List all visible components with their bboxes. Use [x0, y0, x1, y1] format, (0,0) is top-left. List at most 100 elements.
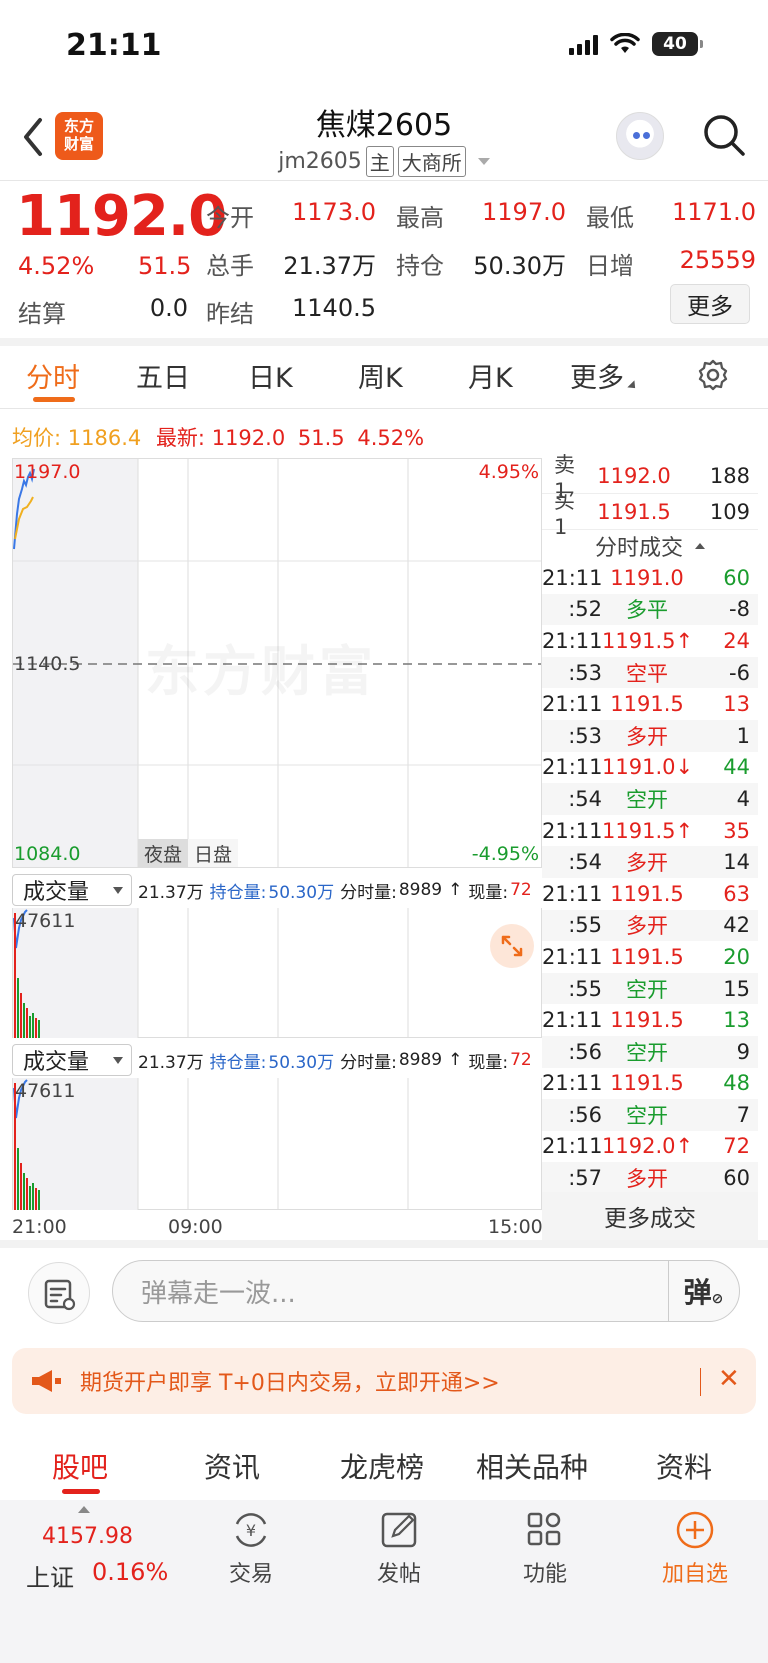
tab-five-day[interactable]: 五日	[136, 356, 190, 395]
tab-weekly-k[interactable]: 周K	[358, 356, 403, 395]
trade-row: 21:11 1191.5↑ 24	[542, 625, 758, 657]
vol-total: 21.37万	[138, 1052, 204, 1073]
trade-price: 1192.0↑	[602, 1134, 694, 1159]
tab-profile[interactable]: 资料	[656, 1446, 712, 1486]
contract-code: jm2605	[278, 149, 362, 174]
last-price: 1192.0	[16, 184, 227, 249]
trade-price: 1191.0↓	[602, 755, 694, 780]
trade-time: 21:11	[542, 692, 603, 717]
trade-price: 多开	[626, 851, 668, 876]
expand-icon[interactable]	[490, 924, 534, 968]
now-value: 72	[510, 1050, 532, 1070]
tab-news[interactable]: 资讯	[204, 1446, 260, 1486]
trade-time: 21:11	[542, 881, 603, 906]
trade-price: 多开	[626, 724, 668, 749]
trade-price: 空开	[626, 1040, 668, 1065]
megaphone-icon	[32, 1370, 61, 1392]
nav-add-watchlist[interactable]: 加自选	[640, 1510, 750, 1588]
nav-functions[interactable]: 功能	[490, 1510, 600, 1588]
trade-price: 多开	[626, 914, 668, 939]
high-value: 1197.0	[482, 198, 566, 226]
trade-row: 21:11 1191.5 48	[542, 1068, 758, 1100]
add-icon	[676, 1511, 714, 1549]
trade-row: 21:11 1191.5 13	[542, 1004, 758, 1036]
bottom-tab-indicator	[62, 1489, 100, 1494]
more-quote-button[interactable]: 更多	[670, 284, 750, 324]
exchange-tag: 大商所	[397, 146, 466, 177]
latest-change-pct: 4.52%	[357, 426, 425, 450]
tab-daily-k[interactable]: 日K	[248, 356, 293, 395]
banner-text: 期货开户即享 T+0日内交易，立即开通>>	[80, 1371, 500, 1396]
indicator-select[interactable]: 成交量	[12, 874, 132, 906]
oi-value: 50.30万	[473, 252, 566, 280]
trade-icon: ¥	[235, 1513, 267, 1547]
latest-value: 1192.0	[211, 426, 286, 450]
dropdown-arrow-icon	[113, 886, 123, 894]
trade-row: :56 空开 7	[542, 1099, 758, 1131]
nav-post[interactable]: 发帖	[344, 1510, 454, 1588]
avg-value: 1186.4	[67, 426, 142, 450]
settle-label: 结算	[18, 300, 66, 328]
ask-price: 1192.0	[597, 463, 671, 488]
trade-volume: 63	[723, 881, 750, 906]
trade-time: 21:11	[542, 1071, 603, 1096]
night-session-tag[interactable]: 夜盘	[138, 839, 188, 867]
trade-volume: -6	[729, 660, 750, 685]
tab-related[interactable]: 相关品种	[476, 1446, 588, 1486]
tab-intraday[interactable]: 分时	[26, 356, 80, 395]
tab-guba[interactable]: 股吧	[52, 1446, 108, 1486]
close-icon[interactable]: ✕	[718, 1364, 740, 1394]
trade-price: 空开	[626, 977, 668, 1002]
tick-label: 分时量:	[340, 1052, 397, 1073]
vol-max-label: 47611	[15, 910, 76, 932]
tab-monthly-k[interactable]: 月K	[468, 356, 513, 395]
tick-value: 8989	[398, 880, 443, 900]
trade-time: 21:11	[542, 755, 603, 780]
trade-volume: 13	[723, 692, 750, 717]
assistant-avatar-icon[interactable]	[616, 112, 664, 160]
trade-price: 多开	[626, 1167, 668, 1192]
trade-volume: 4	[736, 786, 750, 811]
chevron-down-icon[interactable]	[477, 158, 490, 165]
main-contract-tag: 主	[365, 146, 394, 177]
now-label: 现量:	[468, 882, 509, 903]
account-open-banner[interactable]: 期货开户即享 T+0日内交易，立即开通>> ✕	[12, 1348, 756, 1414]
up-arrow-icon: ↑	[448, 880, 463, 900]
indicator-select-2[interactable]: 成交量	[12, 1044, 132, 1076]
oi-label: 持仓量:	[209, 882, 267, 903]
trade-time: 21:11	[542, 1134, 603, 1159]
trade-volume: -8	[729, 597, 750, 622]
trade-volume: 14	[723, 850, 750, 875]
open-label: 今开	[206, 204, 254, 232]
up-arrow-icon: ↑	[448, 1050, 463, 1070]
nav-trade[interactable]: ¥ 交易	[196, 1510, 306, 1588]
now-label: 现量:	[468, 1052, 509, 1073]
danmu-settings-icon[interactable]	[28, 1262, 90, 1324]
index-value[interactable]: 4157.98	[42, 1524, 133, 1549]
vol-max-label-2: 47611	[15, 1080, 76, 1102]
trade-price: 空开	[626, 1103, 668, 1128]
volume-indicator-bar-2: 成交量 21.37万 持仓量: 50.30万 分时量: 8989 ↑ 现量: 72	[12, 1042, 542, 1078]
change-pct: 4.52%	[18, 252, 95, 280]
status-time: 21:11	[66, 28, 162, 63]
day-session-tag[interactable]: 日盘	[188, 839, 238, 867]
tick-value: 8989	[398, 1050, 443, 1070]
trade-volume: 48	[723, 1071, 750, 1096]
tab-more[interactable]: 更多	[570, 356, 639, 395]
settings-gear-icon[interactable]	[696, 358, 730, 392]
trade-volume: 60	[723, 565, 750, 590]
trade-list[interactable]: 21:11 1191.0 60:52 多平 -8 21:11 1191.5↑ 24:53 空平 -…	[542, 562, 758, 1194]
volume-chart[interactable]: 47611	[12, 908, 542, 1038]
search-icon[interactable]	[702, 113, 746, 157]
more-trades-button[interactable]: 更多成交	[542, 1192, 758, 1240]
index-pct[interactable]: 0.16%	[92, 1558, 168, 1586]
index-name[interactable]: 上证	[26, 1558, 74, 1593]
intraday-price-chart[interactable]: 1197.0 4.95% 1140.5 东方财富 1084.0 -4.95% 夜…	[12, 458, 542, 868]
trade-row: 21:11 1192.0↑ 72	[542, 1131, 758, 1163]
tab-dragon-tiger[interactable]: 龙虎榜	[340, 1446, 424, 1486]
trade-price: 1191.0	[610, 565, 684, 590]
danmu-send-button[interactable]: 弹 ⊘	[668, 1261, 738, 1321]
danmu-input[interactable]: 弹幕走一波...	[112, 1260, 740, 1322]
change-value: 51.5	[138, 252, 192, 280]
volume-chart-2[interactable]: 47611	[12, 1078, 542, 1210]
